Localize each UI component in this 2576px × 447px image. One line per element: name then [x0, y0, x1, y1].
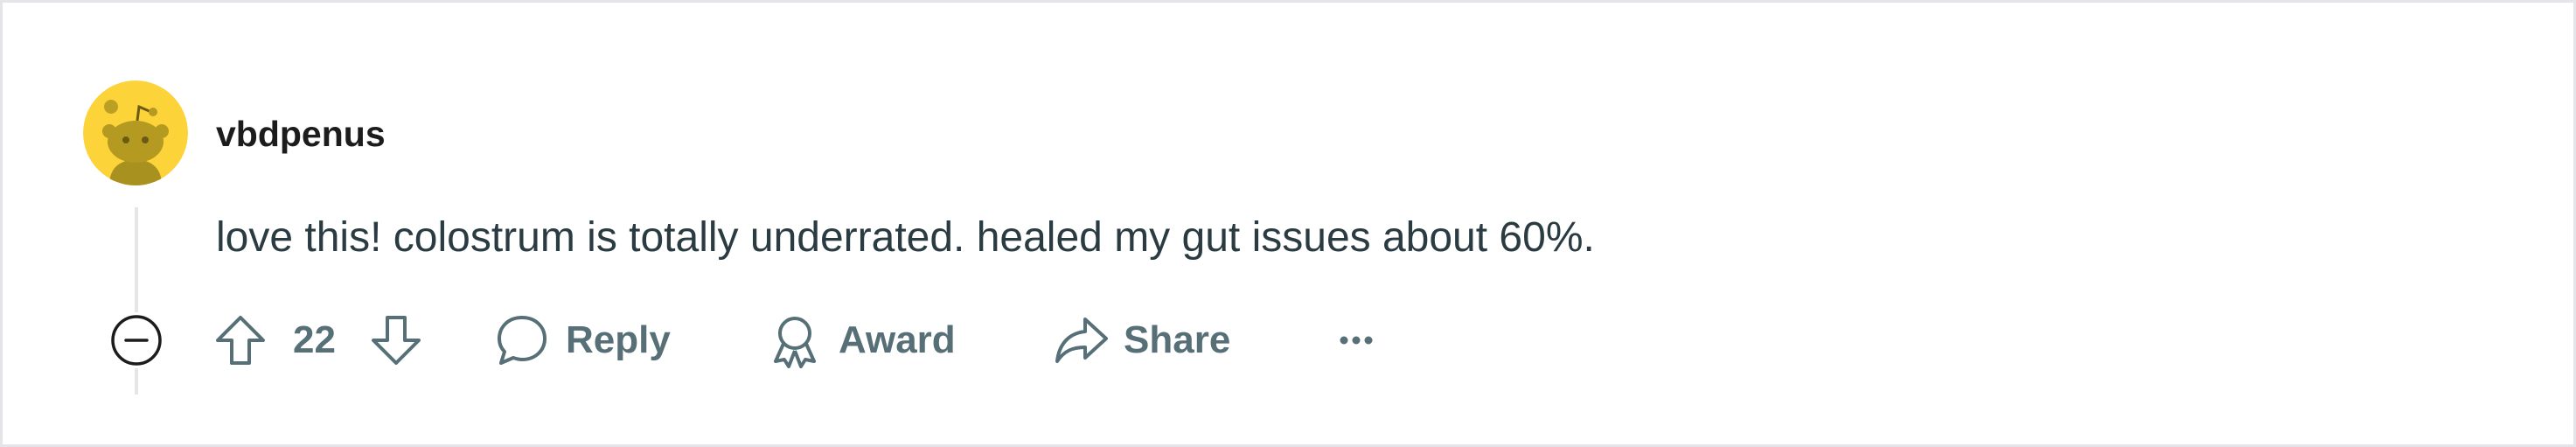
avatar[interactable]: [83, 80, 188, 185]
share-arrow-icon: [1055, 318, 1108, 363]
arrow-up-icon: [216, 316, 265, 365]
ellipsis-icon: [1340, 336, 1373, 345]
vote-score: 22: [293, 318, 336, 361]
more-options-button[interactable]: [1335, 309, 1377, 372]
comment-author[interactable]: vbdpenus: [216, 113, 386, 155]
arrow-down-icon: [372, 316, 421, 365]
comment-card: vbdpenus love this! colostrum is totally…: [0, 0, 2576, 447]
share-button[interactable]: Share: [1052, 309, 1230, 372]
collapse-button[interactable]: [108, 312, 164, 368]
snoo-avatar-icon: [83, 80, 188, 185]
downvote-button[interactable]: [368, 309, 424, 372]
reply-button[interactable]: Reply: [494, 309, 671, 372]
upvote-button[interactable]: [212, 309, 268, 372]
award-ribbon-icon: [774, 317, 816, 368]
award-label: Award: [839, 318, 956, 361]
comment-body: love this! colostrum is totally underrat…: [216, 214, 1595, 261]
reply-label: Reply: [566, 318, 671, 361]
award-button[interactable]: Award: [767, 309, 956, 372]
speech-bubble-icon: [498, 316, 547, 365]
minus-circle-icon: [111, 315, 162, 366]
share-label: Share: [1124, 318, 1231, 361]
